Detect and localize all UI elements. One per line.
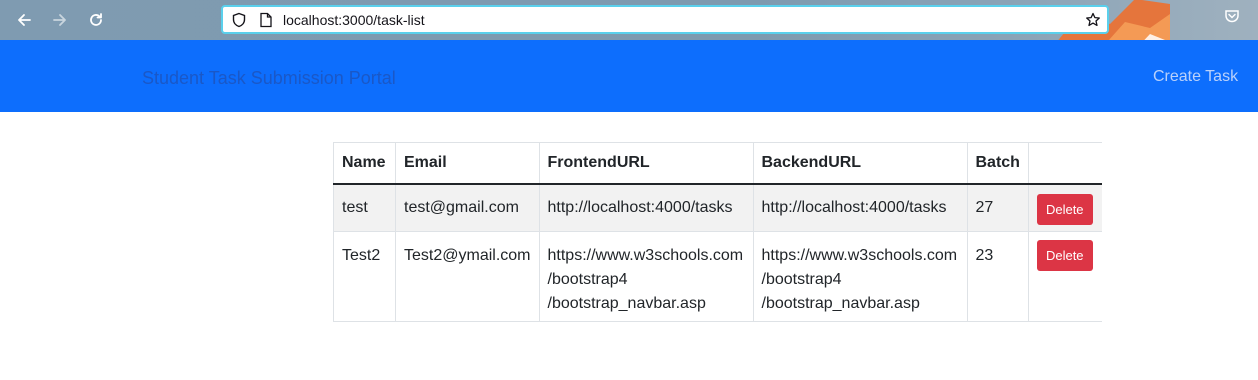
cell-email: test@gmail.com [395,183,540,232]
back-button[interactable] [10,6,38,34]
backend-url-line: /bootstrap_navbar.asp [761,295,920,312]
header-frontend-url: FrontendURL [538,142,754,185]
task-table: Name Email FrontendURL BackendURL Batch … [333,142,1103,322]
header-batch: Batch [966,142,1029,185]
header-actions [1027,142,1103,185]
shield-icon[interactable] [231,12,247,28]
reload-button[interactable] [82,6,110,34]
bookmark-star-icon[interactable] [1085,12,1101,28]
backend-url-line: https://www.w3schools.com [761,247,958,264]
cell-name: test [333,183,396,232]
header-backend-url: BackendURL [752,142,968,185]
app-navbar: Student Task Submission Portal Create Ta… [0,40,1258,112]
cell-backend-url: https://www.w3schools.com /bootstrap4 /b… [752,231,968,322]
delete-button[interactable]: Delete [1036,193,1093,225]
cell-backend-url: http://localhost:4000/tasks [752,183,968,232]
pocket-icon[interactable] [1224,8,1240,24]
cell-name: Test2 [333,231,396,322]
header-email: Email [395,142,540,185]
reload-icon [90,13,102,26]
table-row: Test2 Test2@ymail.com https://www.w3scho… [333,231,1103,322]
navbar-brand[interactable]: Student Task Submission Portal [142,68,396,89]
create-task-link[interactable]: Create Task [1153,68,1238,86]
browser-toolbar: localhost:3000/task-list [0,0,1258,40]
back-arrow-icon [18,14,31,26]
url-text[interactable]: localhost:3000/task-list [283,12,425,28]
backend-url-line: /bootstrap4 [761,271,842,288]
cell-frontend-url: https://www.w3schools.com /bootstrap4 /b… [538,231,754,322]
frontend-url-line: /bootstrap_navbar.asp [547,295,706,312]
table-header-row: Name Email FrontendURL BackendURL Batch [333,142,1103,185]
delete-button[interactable]: Delete [1036,240,1093,271]
cell-actions: Delete [1027,183,1103,232]
page-icon[interactable] [259,12,273,28]
cell-batch: 27 [966,183,1029,232]
cell-email: Test2@ymail.com [395,231,540,322]
header-name: Name [333,142,396,185]
cell-actions: Delete [1027,231,1103,322]
forward-button[interactable] [46,6,74,34]
frontend-url-line: http://localhost:4000/tasks [547,198,733,216]
forward-arrow-icon [53,14,66,26]
table-row: test test@gmail.com http://localhost:400… [333,183,1103,232]
backend-url-line: http://localhost:4000/tasks [761,198,947,216]
cell-frontend-url: http://localhost:4000/tasks [538,183,754,232]
address-bar[interactable]: localhost:3000/task-list [221,5,1109,34]
frontend-url-line: /bootstrap4 [547,271,628,288]
frontend-url-line: https://www.w3schools.com [547,247,744,264]
cell-batch: 23 [966,231,1029,322]
